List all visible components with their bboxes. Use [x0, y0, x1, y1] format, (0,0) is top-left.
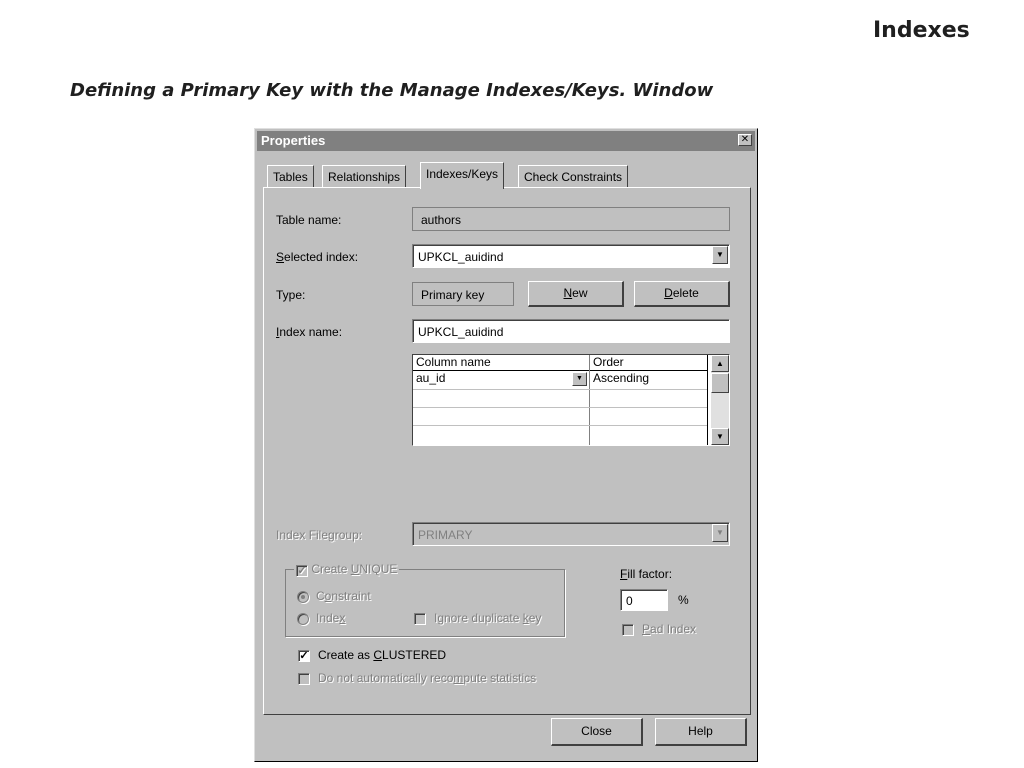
grid-divider — [589, 355, 590, 445]
constraint-radio — [297, 591, 309, 603]
create-clustered-checkbox[interactable]: ✓ — [298, 650, 310, 662]
index-columns-grid[interactable]: Column name Order au_id ▼ Ascending ▲ ▼ — [412, 354, 730, 446]
properties-dialog: Properties ✕ Tables Relationships Indexe… — [254, 128, 758, 762]
slide-title: Indexes — [873, 18, 970, 43]
grid-scrollbar[interactable]: ▲ ▼ — [711, 355, 729, 445]
new-button[interactable]: New — [528, 281, 624, 307]
selected-index-select[interactable]: UPKCL_auidind ▼ — [412, 244, 730, 268]
chevron-down-icon[interactable]: ▼ — [572, 372, 587, 386]
no-recompute-label: Do not automatically recompute statistic… — [318, 671, 537, 685]
indexes-keys-panel: Table name: authors Selected index: UPKC… — [263, 187, 751, 715]
create-unique-checkbox: ✓ — [296, 565, 308, 577]
type-value: Primary key — [412, 282, 514, 306]
tab-check-constraints[interactable]: Check Constraints — [518, 165, 629, 187]
grid-row-line — [413, 389, 707, 390]
index-name-input[interactable]: UPKCL_auidind — [412, 319, 730, 343]
grid-divider — [707, 355, 708, 445]
chevron-down-icon: ▼ — [712, 524, 728, 542]
grid-cell-order[interactable]: Ascending — [590, 371, 707, 389]
ignore-duplicate-label: Ignore duplicate key — [434, 611, 542, 625]
filegroup-select: PRIMARY ▼ — [412, 522, 730, 546]
close-icon[interactable]: ✕ — [738, 134, 752, 146]
tab-tables[interactable]: Tables — [267, 165, 314, 187]
fill-factor-input[interactable]: 0 — [620, 589, 668, 611]
help-button[interactable]: Help — [655, 718, 747, 746]
no-recompute-checkbox — [298, 673, 310, 685]
selected-index-value: UPKCL_auidind — [418, 250, 504, 264]
index-radio-label: Index — [316, 611, 346, 625]
filegroup-label: Index Filegroup: — [276, 528, 363, 542]
create-clustered-label[interactable]: Create as CLUSTERED — [318, 648, 446, 662]
tab-relationships[interactable]: Relationships — [322, 165, 407, 187]
scroll-thumb[interactable] — [711, 373, 729, 393]
create-unique-option: ✓ Create UNIQUE — [294, 562, 400, 577]
index-name-label: Index name: — [276, 325, 343, 339]
scroll-down-icon[interactable]: ▼ — [711, 428, 729, 445]
delete-button[interactable]: Delete — [634, 281, 730, 307]
pad-index-label: Pad Index — [642, 622, 697, 636]
table-name-field: authors — [412, 207, 730, 231]
filegroup-value: PRIMARY — [418, 528, 473, 542]
slide-subtitle: Defining a Primary Key with the Manage I… — [70, 80, 714, 101]
close-button[interactable]: Close — [551, 718, 643, 746]
table-name-label: Table name: — [276, 213, 342, 227]
pad-index-checkbox — [622, 624, 634, 636]
ignore-duplicate-checkbox — [414, 613, 426, 625]
fill-factor-label: Fill factor: — [620, 567, 673, 581]
tab-indexes-keys[interactable]: Indexes/Keys — [420, 162, 505, 189]
grid-cell-column[interactable]: au_id — [413, 371, 589, 389]
type-label: Type: — [276, 288, 306, 302]
selected-index-label: Selected index: — [276, 250, 359, 264]
chevron-down-icon[interactable]: ▼ — [712, 246, 728, 264]
scroll-up-icon[interactable]: ▲ — [711, 355, 729, 372]
dialog-title: Properties — [261, 133, 326, 148]
constraint-radio-label: Constraint — [316, 589, 371, 603]
create-unique-group — [285, 569, 565, 637]
grid-row-line — [413, 425, 707, 426]
dialog-titlebar[interactable]: Properties ✕ — [257, 131, 755, 151]
fill-factor-unit: % — [678, 593, 689, 607]
grid-row-line — [413, 407, 707, 408]
index-radio — [297, 613, 309, 625]
